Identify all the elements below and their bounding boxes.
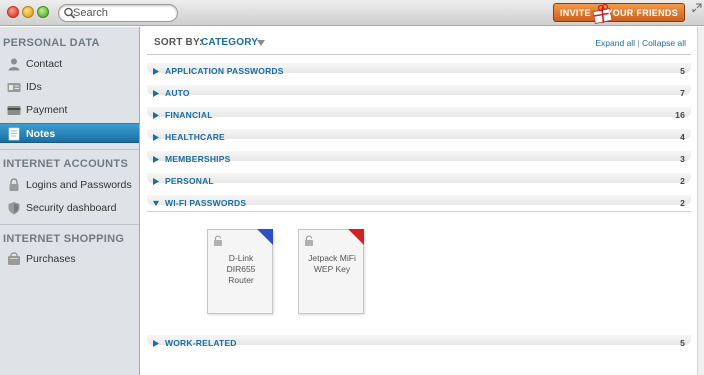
sidebar-item-ids[interactable]: IDs (0, 77, 139, 97)
sidebar-divider (0, 149, 139, 150)
note-title-line: Router (228, 275, 254, 285)
category-count: 5 (680, 338, 685, 348)
category-count: 7 (680, 88, 685, 98)
sort-by-dropdown[interactable]: CATEGORY (201, 37, 258, 48)
fullscreen-icon[interactable] (692, 3, 702, 13)
collapse-all-link[interactable]: Collapse all (642, 38, 686, 48)
disclosure-triangle-expanded-icon[interactable] (153, 200, 159, 207)
category-count: 3 (680, 154, 685, 164)
sidebar-item-contact[interactable]: Contact (0, 54, 139, 74)
notes-list-pane: SORT BY: CATEGORY Expand all | Collapse … (141, 27, 697, 375)
disclosure-triangle-icon[interactable] (153, 90, 159, 97)
person-icon (8, 58, 20, 71)
note-title: D-Link DIR655 Router (211, 253, 271, 286)
shopping-icon (8, 252, 20, 265)
disclosure-triangle-icon[interactable] (153, 68, 159, 75)
sidebar-item-label: IDs (26, 81, 42, 93)
zoom-window-button[interactable] (37, 6, 49, 18)
sidebar-item-logins-and-passwords[interactable]: Logins and Passwords (0, 175, 139, 195)
disclosure-triangle-icon[interactable] (153, 112, 159, 119)
shield-icon (8, 202, 20, 215)
section-header-internet-shopping: INTERNET SHOPPING (3, 233, 125, 245)
category-count: 4 (680, 132, 685, 142)
category-row-work-related[interactable]: WORK-RELATED 5 (147, 338, 691, 350)
category-name: WORK-RELATED (165, 338, 237, 348)
note-title-line: DIR655 (226, 264, 256, 274)
note-corner-flag-icon (257, 229, 273, 245)
sort-by-label: SORT BY: (154, 37, 203, 48)
category-name: WI-FI PASSWORDS (165, 198, 247, 208)
category-name: PERSONAL (165, 176, 214, 186)
sidebar-item-label: Contact (26, 58, 63, 70)
credit-card-icon (7, 106, 21, 115)
sidebar-item-notes[interactable]: Notes (0, 123, 139, 143)
note-icon (8, 127, 20, 141)
category-row-memberships[interactable]: MEMBERSHIPS 3 (147, 154, 691, 166)
category-name: APPLICATION PASSWORDS (165, 66, 284, 76)
sidebar-item-purchases[interactable]: Purchases (0, 249, 139, 269)
sidebar-item-label: Payment (26, 104, 68, 116)
category-name: FINANCIAL (165, 110, 213, 120)
link-separator: | (637, 38, 640, 48)
sidebar-item-label: Security dashboard (26, 202, 117, 214)
category-row-healthcare[interactable]: HEALTHCARE 4 (147, 132, 691, 144)
header-divider (147, 54, 691, 55)
window-right-edge (697, 27, 704, 375)
invite-friends-button[interactable]: INVITE YOUR FRIENDS (553, 3, 685, 24)
your-friends-label: YOUR FRIENDS (606, 8, 678, 18)
chevron-down-icon[interactable] (257, 40, 265, 46)
note-card[interactable]: Jetpack MiFi WEP Key (298, 229, 364, 314)
category-count: 2 (680, 198, 685, 208)
lock-icon (214, 235, 222, 246)
section-header-internet-accounts: INTERNET ACCOUNTS (3, 158, 129, 170)
section-header-personal-data: PERSONAL DATA (3, 37, 100, 49)
category-name: HEALTHCARE (165, 132, 225, 142)
close-window-button[interactable] (7, 6, 19, 18)
note-title-line: WEP Key (313, 264, 351, 274)
category-row-application-passwords[interactable]: APPLICATION PASSWORDS 5 (147, 66, 691, 78)
lock-icon (9, 178, 19, 191)
disclosure-triangle-icon[interactable] (153, 134, 159, 141)
category-row-financial[interactable]: FINANCIAL 16 (147, 110, 691, 122)
title-bar: INVITE YOUR FRIENDS (0, 0, 704, 26)
disclosure-triangle-icon[interactable] (153, 178, 159, 185)
sidebar-item-label: Notes (26, 128, 56, 140)
disclosure-triangle-icon[interactable] (153, 340, 159, 347)
search-field[interactable] (58, 4, 178, 22)
sidebar-item-security-dashboard[interactable]: Security dashboard (0, 198, 139, 218)
sidebar-divider (0, 224, 139, 225)
category-row-wi-fi-passwords[interactable]: WI-FI PASSWORDS 2 (147, 198, 691, 210)
category-count: 5 (680, 66, 685, 76)
expand-collapse-links: Expand all | Collapse all (595, 38, 686, 48)
category-divider (147, 211, 691, 212)
minimize-window-button[interactable] (22, 6, 34, 18)
lock-icon (305, 235, 313, 246)
category-name: MEMBERSHIPS (165, 154, 231, 164)
category-count: 16 (675, 110, 685, 120)
disclosure-triangle-icon[interactable] (153, 156, 159, 163)
expand-all-link[interactable]: Expand all (595, 38, 635, 48)
id-card-icon (7, 83, 21, 92)
sidebar-item-payment[interactable]: Payment (0, 100, 139, 120)
invite-label: INVITE (560, 8, 591, 18)
category-count: 2 (680, 176, 685, 186)
note-corner-flag-icon (348, 229, 364, 245)
category-row-auto[interactable]: AUTO 7 (147, 88, 691, 100)
category-row-personal[interactable]: PERSONAL 2 (147, 176, 691, 188)
search-input[interactable] (73, 6, 173, 20)
note-title-line: D-Link (228, 253, 254, 263)
category-name: AUTO (165, 88, 190, 98)
note-card[interactable]: D-Link DIR655 Router (207, 229, 273, 314)
note-title-line: Jetpack MiFi (308, 253, 356, 263)
sidebar: PERSONAL DATA Contact IDs Payment Notes … (0, 27, 140, 375)
sidebar-item-label: Logins and Passwords (26, 179, 132, 191)
note-title: Jetpack MiFi WEP Key (302, 253, 362, 275)
sidebar-item-label: Purchases (26, 253, 76, 265)
